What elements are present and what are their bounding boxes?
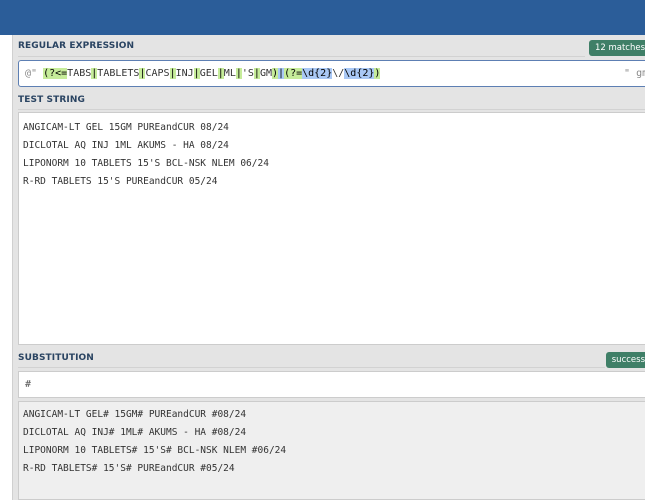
top-navbar	[0, 0, 645, 35]
regex-pattern: (?<=TABS|TABLETS|CAPS|INJ|GEL|ML|'S|GM)|…	[43, 68, 380, 79]
substitution-input[interactable]: #	[18, 371, 645, 398]
result-line: ANGICAM-LT GEL# 15GM# PUREandCUR #08/24	[23, 406, 645, 424]
match-count-badge: 12 matches	[589, 40, 645, 56]
regex-token: )	[374, 68, 380, 79]
test-line: DICLOTAL AQ INJ 1ML AKUMS - HA 08/24	[23, 137, 645, 155]
result-line: R-RD TABLETS# 15'S# PUREandCUR #05/24	[23, 460, 645, 478]
left-sidebar	[0, 35, 13, 500]
test-line: LIPONORM 10 TABLETS 15'S BCL-NSK NLEM 06…	[23, 155, 645, 173]
test-line: R-RD TABLETS 15'S PUREandCUR 05/24	[23, 173, 645, 191]
result-line: DICLOTAL AQ INJ# 1ML# AKUMS - HA #08/24	[23, 424, 645, 442]
substitution-status-badge: success	[606, 352, 645, 368]
regex-delimiter-open: @"	[25, 68, 37, 79]
test-string-input[interactable]: ANGICAM-LT GEL 15GM PUREandCUR 08/24 DIC…	[18, 112, 645, 345]
divider	[18, 56, 585, 57]
result-line: LIPONORM 10 TABLETS# 15'S# BCL-NSK NLEM …	[23, 442, 645, 460]
divider	[18, 109, 645, 110]
regex-delimiter-close: "	[624, 68, 630, 79]
regex-token: INJ	[176, 68, 194, 79]
divider	[18, 367, 605, 368]
regex-token: (?<=	[43, 68, 67, 79]
substitution-result: ANGICAM-LT GEL# 15GM# PUREandCUR #08/24 …	[18, 401, 645, 500]
regex-token: CAPS	[145, 68, 169, 79]
regex-token: \d{2}	[344, 68, 374, 79]
regex-token: \d{2}	[302, 68, 332, 79]
regex-token: GM	[260, 68, 272, 79]
regex-token: 'S	[242, 68, 254, 79]
test-line: ANGICAM-LT GEL 15GM PUREandCUR 08/24	[23, 119, 645, 137]
test-string-label: TEST STRING	[18, 95, 85, 105]
regex-token: TABLETS	[97, 68, 139, 79]
regex-token: ML	[224, 68, 236, 79]
regex-token: (?=	[284, 68, 302, 79]
regex-label: REGULAR EXPRESSION	[18, 41, 134, 51]
substitution-label: SUBSTITUTION	[18, 353, 94, 363]
regex-token: GEL	[200, 68, 218, 79]
regex-token: TABS	[67, 68, 91, 79]
regex-token: \/	[332, 68, 344, 79]
regex-input[interactable]: @" (?<=TABS|TABLETS|CAPS|INJ|GEL|ML|'S|G…	[18, 60, 645, 87]
regex-flags[interactable]: gm	[636, 68, 645, 79]
